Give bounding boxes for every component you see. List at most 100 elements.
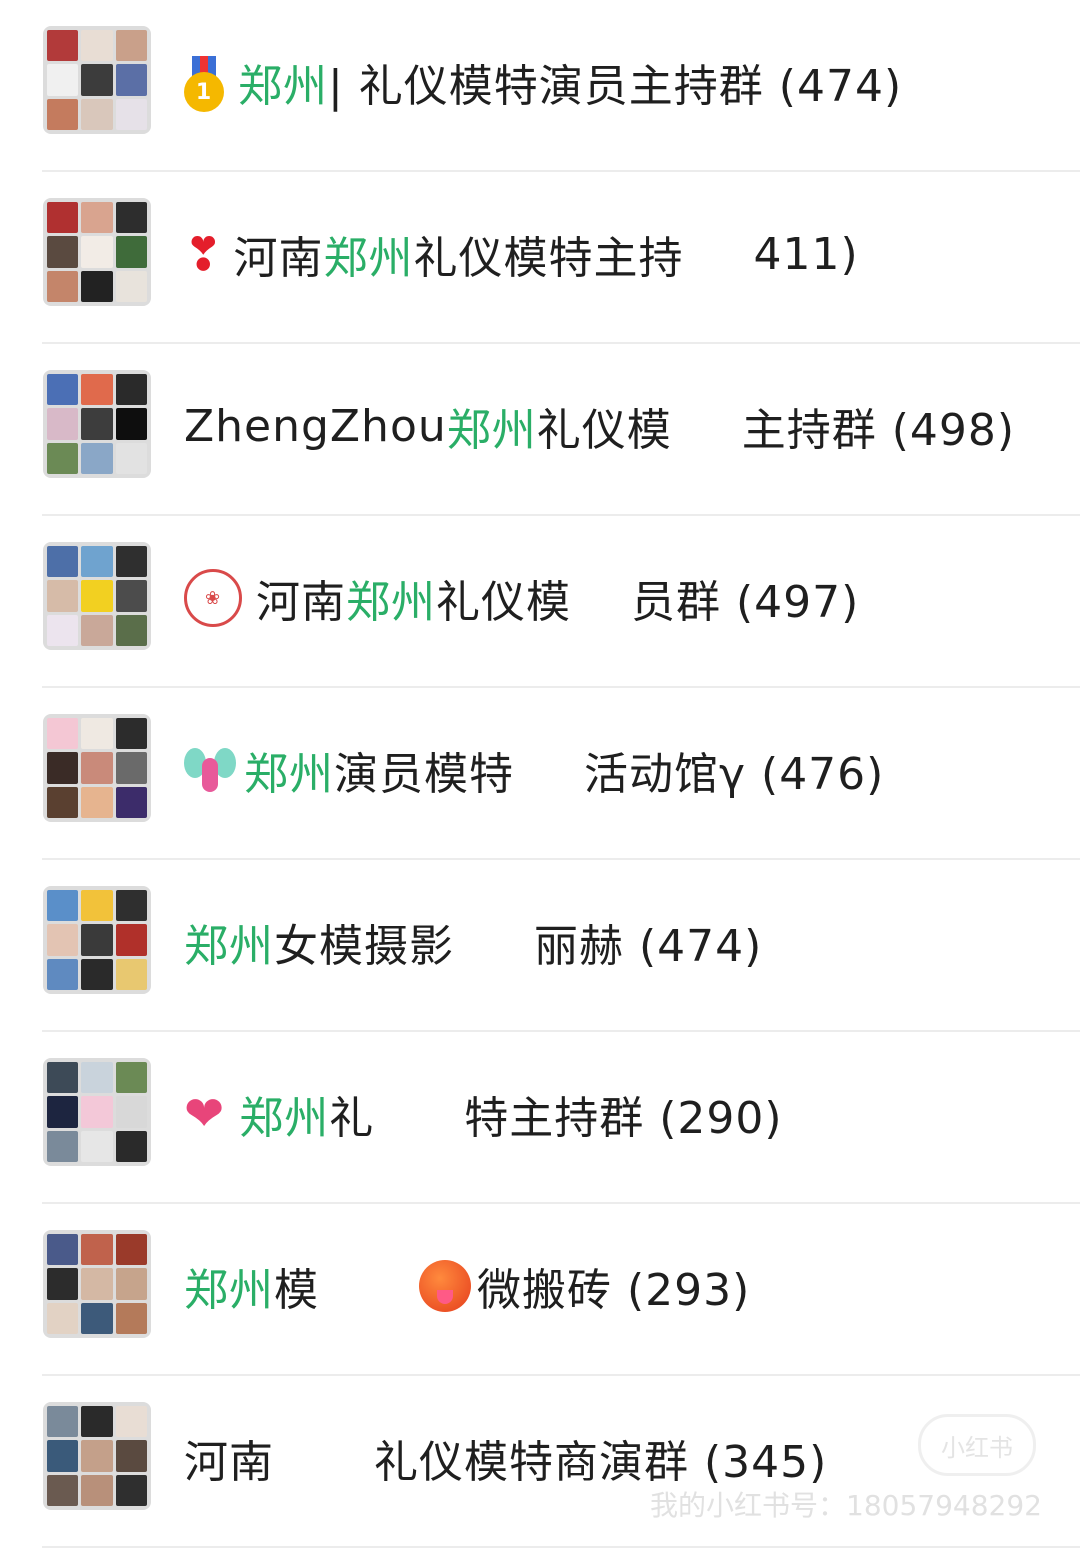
avatar-tile bbox=[115, 786, 147, 818]
redacted-area bbox=[684, 230, 754, 278]
group-row[interactable]: 1 郑州 | 礼仪模特演员主持群 (474) bbox=[0, 0, 1080, 172]
avatar-tile bbox=[81, 442, 113, 474]
avatar-tile bbox=[81, 1062, 113, 1094]
avatar-tile bbox=[47, 786, 79, 818]
highlight-keyword: 郑州 bbox=[184, 921, 274, 972]
title-text: 河南 bbox=[256, 577, 346, 628]
title-text: 特主持群 (290) bbox=[464, 1093, 783, 1144]
seal-icon: ❀ bbox=[184, 569, 242, 627]
watermark-text: 我的小红书号：18057948292 bbox=[650, 1489, 1042, 1522]
group-title: 1 郑州 | 礼仪模特演员主持群 (474) bbox=[184, 50, 902, 114]
title-text: 河南 bbox=[184, 1437, 274, 1488]
avatar-tile bbox=[47, 580, 79, 612]
avatar-tile bbox=[81, 408, 113, 440]
avatar-tile bbox=[81, 786, 113, 818]
avatar-tile bbox=[81, 614, 113, 646]
watermark-logo: 小红书 bbox=[918, 1414, 1036, 1476]
title-text: 微搬砖 (293) bbox=[477, 1265, 751, 1316]
avatar-tile bbox=[81, 958, 113, 990]
avatar-tile bbox=[115, 1234, 147, 1266]
medal-icon: 1 bbox=[184, 56, 224, 112]
avatar-tile bbox=[115, 924, 147, 956]
avatar-tile bbox=[115, 546, 147, 578]
avatar-tile bbox=[47, 374, 79, 406]
group-row[interactable]: 郑州模 微搬砖 (293) bbox=[0, 1204, 1080, 1376]
title-text: 丽赫 (474) bbox=[534, 921, 763, 972]
highlight-keyword: 郑州 bbox=[346, 577, 436, 628]
avatar-tile bbox=[115, 958, 147, 990]
avatar-tile bbox=[47, 752, 79, 784]
avatar-tile bbox=[81, 752, 113, 784]
avatar-tile bbox=[47, 1096, 79, 1128]
avatar-tile bbox=[47, 614, 79, 646]
avatar-tile bbox=[81, 1234, 113, 1266]
avatar-tile bbox=[47, 890, 79, 922]
redacted-area bbox=[672, 402, 742, 450]
avatar-tile bbox=[47, 1440, 79, 1472]
redacted-area bbox=[274, 1434, 374, 1482]
avatar-tile bbox=[115, 1474, 147, 1506]
title-text: 活动馆γ (476) bbox=[584, 749, 885, 800]
group-title: ZhengZhou 郑州 礼仪模 主持群 (498) bbox=[184, 394, 1015, 458]
avatar-tile bbox=[47, 1062, 79, 1094]
avatar-tile bbox=[115, 1062, 147, 1094]
group-row[interactable]: 郑州 演员模特 活动馆γ (476) bbox=[0, 688, 1080, 860]
avatar-tile bbox=[81, 1268, 113, 1300]
group-row[interactable]: ZhengZhou 郑州 礼仪模 主持群 (498) bbox=[0, 344, 1080, 516]
avatar-tile bbox=[47, 924, 79, 956]
group-row[interactable]: ❤ 郑州礼 特主持群 (290) bbox=[0, 1032, 1080, 1204]
avatar-tile bbox=[47, 1474, 79, 1506]
avatar-tile bbox=[115, 236, 147, 268]
redacted-area bbox=[319, 1262, 419, 1310]
avatar-tile bbox=[115, 580, 147, 612]
avatar-tile bbox=[115, 30, 147, 62]
group-avatar bbox=[43, 1230, 151, 1338]
avatar-tile bbox=[115, 64, 147, 96]
highlight-keyword: 郑州 bbox=[184, 1265, 274, 1316]
avatar-tile bbox=[115, 1440, 147, 1472]
highlight-keyword: 郑州 bbox=[244, 749, 334, 800]
group-list: 1 郑州 | 礼仪模特演员主持群 (474) ❣ 河南 郑州 礼仪模特主持 411) Zhe… bbox=[0, 0, 1080, 1548]
title-text: 员群 (497) bbox=[631, 577, 860, 628]
avatar-tile bbox=[115, 1268, 147, 1300]
highlight-keyword: 郑州 bbox=[238, 61, 328, 112]
group-row[interactable]: ❣ 河南 郑州 礼仪模特主持 411) bbox=[0, 172, 1080, 344]
group-row[interactable]: 郑州 女模摄影 丽赫 (474) bbox=[0, 860, 1080, 1032]
avatar-tile bbox=[47, 236, 79, 268]
avatar-tile bbox=[47, 1234, 79, 1266]
avatar-tile bbox=[47, 64, 79, 96]
avatar-tile bbox=[47, 718, 79, 750]
avatar-tile bbox=[115, 1130, 147, 1162]
group-avatar bbox=[43, 370, 151, 478]
avatar-tile bbox=[115, 408, 147, 440]
highlight-keyword: 郑州 bbox=[446, 405, 537, 456]
highlight-keyword: 郑州 bbox=[239, 1093, 330, 1144]
avatar-tile bbox=[81, 546, 113, 578]
avatar-tile bbox=[47, 202, 79, 234]
avatar-tile bbox=[81, 718, 113, 750]
avatar-tile bbox=[115, 374, 147, 406]
avatar-tile bbox=[81, 374, 113, 406]
group-avatar bbox=[43, 198, 151, 306]
title-text: 主持群 (498) bbox=[741, 405, 1016, 456]
avatar-tile bbox=[115, 614, 147, 646]
group-row[interactable]: ❀ 河南 郑州 礼仪模 员群 (497) bbox=[0, 516, 1080, 688]
avatar-tile bbox=[81, 1302, 113, 1334]
group-avatar bbox=[43, 1402, 151, 1510]
avatar-tile bbox=[115, 202, 147, 234]
avatar-tile bbox=[81, 1474, 113, 1506]
avatar-tile bbox=[47, 442, 79, 474]
hot-face-icon bbox=[419, 1260, 471, 1312]
heart-arrow-icon: ❤ bbox=[184, 1086, 226, 1142]
title-text: 礼 bbox=[329, 1093, 375, 1144]
title-text: | 礼仪模特演员主持群 (474) bbox=[328, 61, 903, 112]
group-title: ❣ 河南 郑州 礼仪模特主持 411) bbox=[184, 222, 859, 286]
avatar-tile bbox=[81, 30, 113, 62]
title-text: 礼仪模 bbox=[536, 405, 672, 456]
avatar-tile bbox=[115, 1302, 147, 1334]
title-text: 礼仪模特主持 bbox=[413, 233, 684, 284]
avatar-tile bbox=[115, 752, 147, 784]
avatar-tile bbox=[81, 98, 113, 130]
avatar-tile bbox=[47, 408, 79, 440]
title-text: 礼仪模特商演群 (345) bbox=[374, 1437, 828, 1488]
